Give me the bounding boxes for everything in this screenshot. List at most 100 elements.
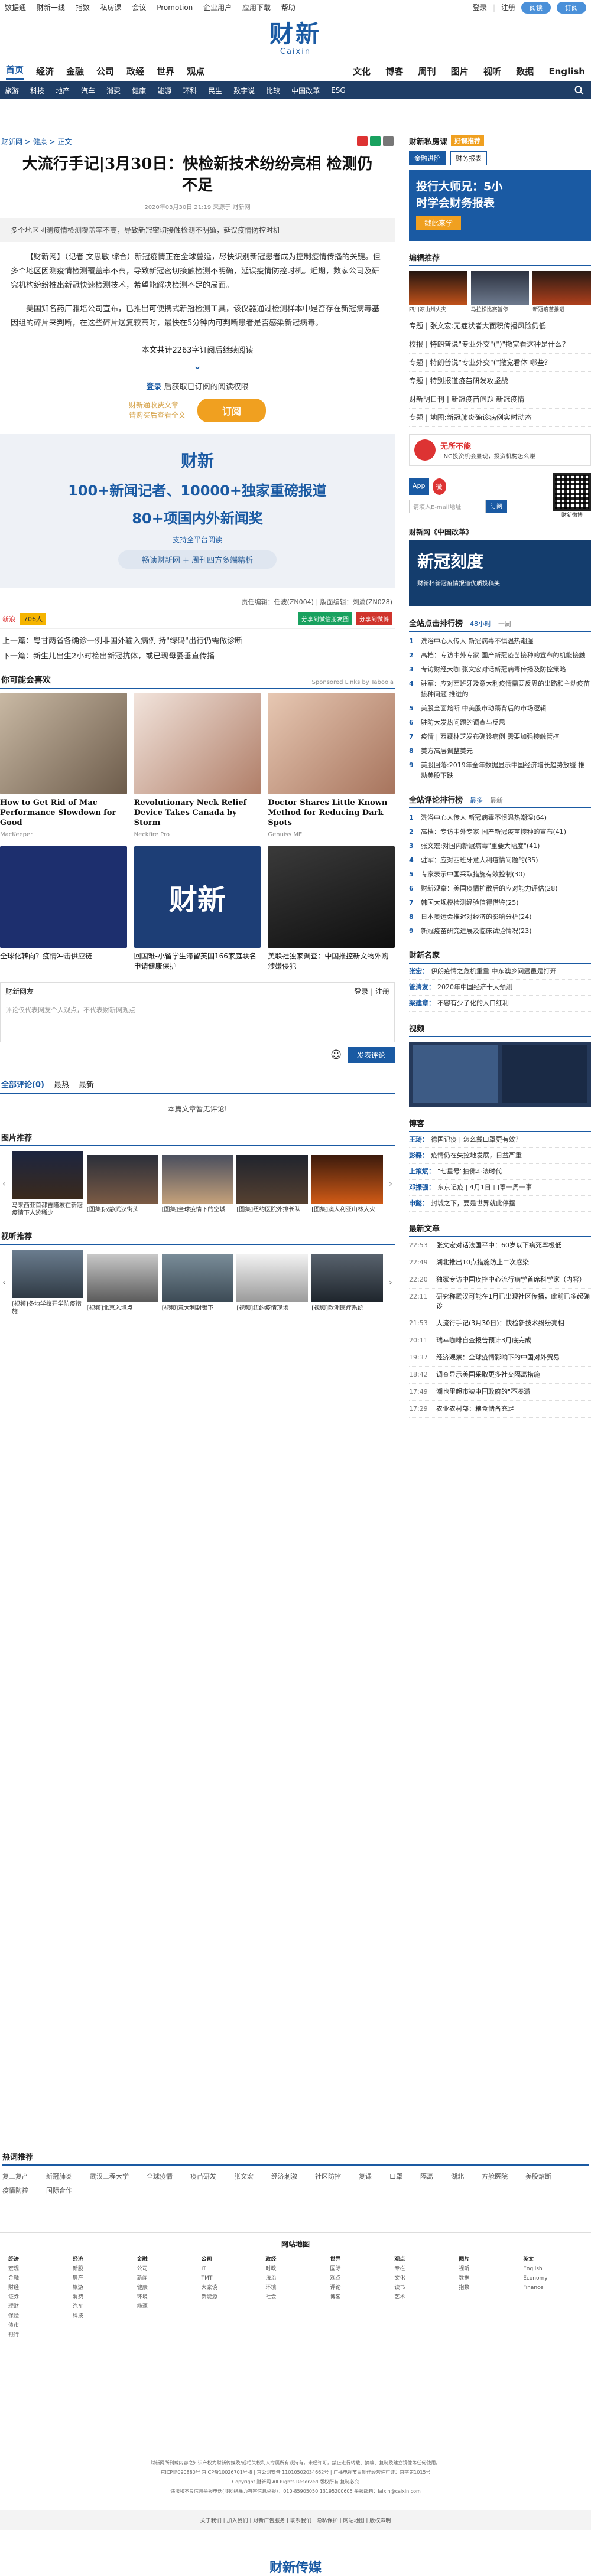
editor-list-item[interactable]: 专题 | 特朗普说"专业外交"("撤宽看体 哪些？: [409, 354, 591, 372]
register-link[interactable]: 注册: [501, 2, 515, 12]
rank-item[interactable]: 8 日本奥运会推迟对经济的影响分析(24): [409, 910, 591, 924]
site-map-link[interactable]: 财经: [8, 2283, 68, 2293]
nav-item-economy[interactable]: 经济: [36, 65, 54, 77]
nav-item-opinion[interactable]: 观点: [187, 65, 204, 77]
chevron-left-icon[interactable]: ‹: [0, 1278, 8, 1287]
utility-link[interactable]: 私房课: [100, 4, 122, 12]
site-map-link[interactable]: 理财: [8, 2302, 68, 2311]
tab-one-week[interactable]: 一周: [498, 619, 511, 628]
video-thumb[interactable]: [502, 1045, 587, 1103]
email-subscribe-button[interactable]: 订阅: [486, 500, 507, 513]
site-map-link[interactable]: 金融: [8, 2274, 68, 2283]
latest-item[interactable]: 20:11 瑞幸咖啡自查报告预计3月底完成: [409, 1332, 591, 1349]
latest-item[interactable]: 22:53 张文宏对话法国平中：60岁以下病死率极低: [409, 1237, 591, 1254]
site-map-link[interactable]: 世界: [330, 2255, 389, 2264]
utility-link[interactable]: 数据通: [5, 4, 26, 12]
rank-item[interactable]: 2 高档：专访中外专家 国产新冠疫苗接种的宣布的机能接触: [409, 648, 591, 663]
subnav-item[interactable]: 比较: [266, 86, 280, 96]
video-box[interactable]: [409, 1042, 591, 1107]
recommend-card[interactable]: How to Get Rid of Mac Performance Slowdo…: [0, 693, 127, 838]
video-item[interactable]: [视频]多地学校开学防疫措施: [12, 1250, 83, 1316]
rank-item[interactable]: 7 韩国大规模检测经验值得借鉴(25): [409, 896, 591, 910]
rank-item[interactable]: 8 美方高层调整美元: [409, 744, 591, 758]
editor-list-item[interactable]: 校报 | 特朗普说"专业外交"(")"撤宽看这种是什么？: [409, 335, 591, 354]
rank-item[interactable]: 1 洗浴中心人传人 新冠病毒不惧温热潮湿(64): [409, 811, 591, 825]
recommend-card[interactable]: 财新 回国难-小留学生滞留英国166家庭联名申请健康保护: [134, 846, 261, 971]
prev-article-link[interactable]: 上一篇：粤甘两省各确诊一例非国外输入病例 持"绿码"出行仍需做诊断: [2, 634, 392, 649]
editor-list-item[interactable]: 专题 | 张文宏:无症状者大面积传播风险仍低: [409, 317, 591, 335]
nav-item-data[interactable]: 数据: [516, 66, 534, 77]
recommend-card[interactable]: 美联社独家调查：中国推控新文物外购涉嫌侵犯: [268, 846, 395, 971]
editor-list-item[interactable]: 专题 | 地图:新冠肺炎确诊病例实时动态: [409, 409, 591, 427]
weibo-share[interactable]: 新浪: [2, 614, 15, 624]
nav-item-english[interactable]: English: [548, 66, 585, 77]
rank-item[interactable]: 3 张文宏:对国内新冠病毒"重要大幅度"(41): [409, 839, 591, 853]
latest-item[interactable]: 19:37 经济观察：全球疫情影响下的中国对外贸易: [409, 1349, 591, 1367]
editor-thumb[interactable]: 马拉松比赛暂停: [470, 271, 530, 314]
footer-logo[interactable]: 财新传媒: [0, 2557, 591, 2576]
site-map-link[interactable]: 图片: [459, 2255, 518, 2264]
hot-word[interactable]: 美股熔断: [525, 2171, 551, 2181]
rank-item[interactable]: 6 驻防大发热问题的调查与反思: [409, 716, 591, 730]
subnav-item[interactable]: ESG: [331, 86, 346, 94]
rank-item[interactable]: 9 美股回落:2019年全年数据显示中国经济增长趋势放缓 推动美股下跌: [409, 758, 591, 783]
site-map-link[interactable]: 文化: [394, 2274, 454, 2283]
subnav-item[interactable]: 数字说: [233, 86, 255, 96]
submit-comment-button[interactable]: 发表评论: [347, 1047, 395, 1063]
login-link[interactable]: 登录: [473, 2, 487, 12]
site-map-link[interactable]: 证券: [8, 2293, 68, 2302]
tab-all-comments[interactable]: 全部评论(0): [1, 1078, 44, 1090]
tab-most[interactable]: 最多: [470, 795, 483, 805]
editor-list-item[interactable]: 专题 | 特别报道疫苗研发攻坚战: [409, 372, 591, 390]
site-map-link[interactable]: 新股: [73, 2264, 132, 2274]
video-item[interactable]: [视频]欧洲医疗系统: [311, 1253, 383, 1312]
site-map-link[interactable]: 环境: [266, 2283, 326, 2293]
hot-word[interactable]: 隔离: [420, 2171, 433, 2181]
columnist-item[interactable]: 梁建章： 不容有少子化的人口红利: [409, 996, 591, 1012]
site-map-link[interactable]: 健康: [137, 2283, 197, 2293]
blog-item[interactable]: 王琦： 德国记疫 | 怎么戴口罩更有效？: [409, 1132, 591, 1148]
wechat-icon[interactable]: [370, 136, 381, 146]
nav-item-photos[interactable]: 图片: [451, 66, 469, 77]
chevron-left-icon[interactable]: ‹: [0, 1179, 8, 1189]
site-map-link[interactable]: Finance: [523, 2283, 583, 2293]
subscription-promo-banner[interactable]: 财新 100+新闻记者、10000+独家重磅报道 80+项国内外新闻奖 支持全平…: [0, 434, 395, 588]
site-map-link[interactable]: 评论: [330, 2283, 389, 2293]
rank-item[interactable]: 4 驻军：应对西班牙意大利疫情问题的(35): [409, 853, 591, 868]
sponsored-label[interactable]: Sponsored Links by Taboola: [312, 679, 394, 686]
paywall-login-link[interactable]: 登录: [146, 383, 161, 392]
nav-item-home[interactable]: 首页: [6, 63, 24, 80]
site-map-link[interactable]: 新闻: [137, 2274, 197, 2283]
site-map-link[interactable]: 消费: [73, 2293, 132, 2302]
subscribe-button[interactable]: 订阅: [197, 399, 267, 422]
hot-word[interactable]: 张文宏: [234, 2171, 254, 2181]
subnav-item[interactable]: 科技: [30, 86, 44, 96]
latest-item[interactable]: 18:42 调查显示美国采取更多社交隔离措施: [409, 1367, 591, 1384]
subnav-item[interactable]: 健康: [132, 86, 146, 96]
blog-item[interactable]: 申懿： 封城之下，要是世界就此停摆: [409, 1196, 591, 1212]
site-map-link[interactable]: 公司: [137, 2264, 197, 2274]
rank-item[interactable]: 9 新冠疫苗研究进展及临床试验情况(23): [409, 924, 591, 938]
site-map-link[interactable]: 公司: [202, 2255, 261, 2264]
site-map-link[interactable]: 艺术: [394, 2293, 454, 2302]
footer-links[interactable]: 关于我们 | 加入我们 | 财新广告服务 | 联系我们 | 隐私保护 | 网站地…: [0, 2510, 591, 2530]
recommend-card[interactable]: 全球化转向？疫情冲击供应链: [0, 846, 127, 971]
hot-word[interactable]: 国际合作: [46, 2186, 72, 2195]
weibo-icon[interactable]: 微: [432, 478, 446, 495]
emoji-icon[interactable]: ☺: [330, 1049, 342, 1061]
promo-button[interactable]: 畅读财新网 + 周刊四方多端精析: [118, 550, 277, 569]
energy-promo[interactable]: 无所不能 LNG投资机会显现，投资机构怎么赚: [409, 434, 591, 466]
site-map-link[interactable]: 经济: [73, 2255, 132, 2264]
site-map-link[interactable]: English: [523, 2264, 583, 2274]
site-map-link[interactable]: 经济: [8, 2255, 68, 2264]
subnav-item[interactable]: 环科: [183, 86, 197, 96]
tab-latest[interactable]: 最新: [490, 795, 503, 805]
site-map-link[interactable]: 观点: [394, 2255, 454, 2264]
utility-link[interactable]: 指数: [76, 4, 90, 12]
site-map-link[interactable]: 数据: [459, 2274, 518, 2283]
site-map-link[interactable]: 新能源: [202, 2293, 261, 2302]
blog-item[interactable]: 邓振强： 东京记疫 | 4月1日 口罩一周一事: [409, 1180, 591, 1196]
comment-login-link[interactable]: 登录 | 注册: [354, 986, 389, 996]
site-map-link[interactable]: 专栏: [394, 2264, 454, 2274]
blog-item[interactable]: 上策斌： "七星号"抽佛斗法时代: [409, 1164, 591, 1180]
